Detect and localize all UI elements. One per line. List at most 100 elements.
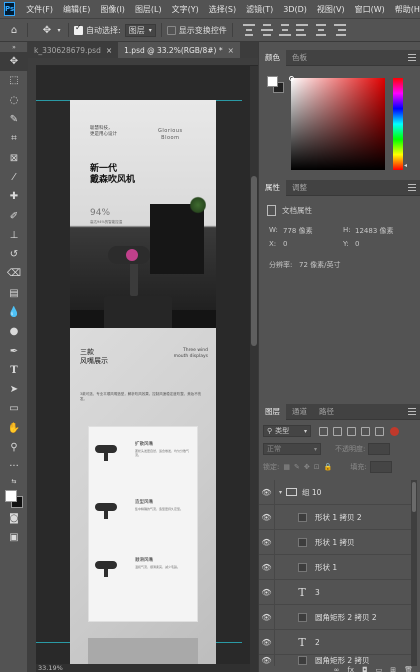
filter-smart-object-icon[interactable] bbox=[375, 426, 384, 436]
move-tool-icon[interactable]: ✥ bbox=[39, 22, 55, 38]
collapse-icon[interactable]: » bbox=[0, 42, 28, 52]
auto-select-checkbox[interactable] bbox=[74, 23, 83, 35]
hue-slider[interactable] bbox=[393, 78, 403, 170]
document-tab[interactable]: k_330628679.psd × bbox=[28, 42, 118, 58]
crop-tool-icon[interactable]: ⌗ bbox=[0, 129, 28, 148]
layer-filter-kind-dropdown[interactable]: ⚲ 类型 ▾ bbox=[263, 425, 311, 437]
layers-scrollbar[interactable] bbox=[411, 480, 417, 666]
visibility-eye-icon[interactable]: 👁 bbox=[259, 554, 275, 580]
screen-mode-icon[interactable]: ▣ bbox=[0, 528, 28, 547]
swap-colors-icon[interactable]: ⇆ bbox=[0, 477, 28, 487]
menu-image[interactable]: 图像(I) bbox=[95, 4, 130, 15]
y-value[interactable]: 0 bbox=[355, 240, 359, 248]
filter-toggle[interactable] bbox=[390, 426, 399, 436]
more-tools-icon[interactable]: ··· bbox=[0, 457, 28, 476]
panel-menu-icon[interactable] bbox=[408, 54, 416, 61]
status-bar-zoom[interactable]: 33.19% bbox=[36, 664, 250, 672]
layer-row[interactable]: 👁 形状 1 bbox=[259, 554, 411, 580]
marquee-tool-icon[interactable]: ⬚ bbox=[0, 71, 28, 90]
menu-file[interactable]: 文件(F) bbox=[21, 4, 58, 15]
scrollbar-thumb[interactable] bbox=[412, 482, 416, 512]
visibility-eye-icon[interactable]: 👁 bbox=[259, 504, 275, 530]
quick-mask-icon[interactable]: ◙ bbox=[0, 509, 28, 528]
vertical-scrollbar[interactable] bbox=[250, 66, 258, 672]
layer-row[interactable]: 👁 形状 1 拷贝 2 bbox=[259, 504, 411, 530]
pen-tool-icon[interactable]: ✒ bbox=[0, 341, 28, 360]
hue-slider-handle[interactable]: ◂ bbox=[404, 162, 407, 169]
lock-all-icon[interactable]: 🔒 bbox=[324, 463, 333, 471]
add-mask-icon[interactable]: ◘ bbox=[362, 666, 368, 672]
filter-shape-icon[interactable] bbox=[361, 426, 370, 436]
opacity-field[interactable] bbox=[368, 443, 391, 455]
show-transform-checkbox[interactable] bbox=[166, 25, 176, 35]
visibility-eye-icon[interactable]: 👁 bbox=[259, 655, 275, 666]
brush-tool-icon[interactable]: ✐ bbox=[0, 206, 28, 225]
align-middle-icon[interactable] bbox=[260, 24, 274, 36]
layer-style-icon[interactable]: fx bbox=[347, 666, 354, 672]
close-icon[interactable]: × bbox=[106, 46, 112, 55]
menu-window[interactable]: 窗口(W) bbox=[350, 4, 390, 15]
layer-row[interactable]: 👁 圆角矩形 2 拷贝 bbox=[259, 655, 411, 666]
link-layers-icon[interactable]: ∞ bbox=[334, 666, 340, 672]
frame-tool-icon[interactable]: ⊠ bbox=[0, 148, 28, 167]
move-tool-icon[interactable]: ✥ bbox=[0, 52, 28, 72]
lock-transparent-icon[interactable]: ▦ bbox=[283, 463, 290, 471]
menu-view[interactable]: 视图(V) bbox=[312, 4, 350, 15]
tab-layers[interactable]: 图层 bbox=[259, 403, 286, 420]
visibility-eye-icon[interactable]: 👁 bbox=[259, 629, 275, 655]
tab-color[interactable]: 颜色 bbox=[259, 49, 286, 66]
foreground-color-swatch[interactable] bbox=[267, 76, 278, 87]
layer-row[interactable]: 👁 圆角矩形 2 拷贝 2 bbox=[259, 604, 411, 630]
panel-menu-icon[interactable] bbox=[408, 184, 416, 191]
fill-field[interactable] bbox=[369, 461, 392, 473]
menu-type[interactable]: 文字(Y) bbox=[167, 4, 204, 15]
delete-layer-icon[interactable]: 🗑 bbox=[404, 666, 413, 672]
menu-layer[interactable]: 图层(L) bbox=[130, 4, 167, 15]
blend-mode-dropdown[interactable]: 正常 ▾ bbox=[263, 443, 321, 455]
menu-edit[interactable]: 编辑(E) bbox=[58, 4, 95, 15]
panel-menu-icon[interactable] bbox=[408, 408, 416, 415]
eyedropper-tool-icon[interactable]: ⁄ bbox=[0, 168, 28, 187]
x-value[interactable]: 0 bbox=[283, 240, 287, 248]
blur-tool-icon[interactable]: 💧 bbox=[0, 303, 28, 322]
tab-paths[interactable]: 路径 bbox=[313, 404, 340, 420]
clone-stamp-tool-icon[interactable]: ⊥ bbox=[0, 226, 28, 245]
rectangle-tool-icon[interactable]: ▭ bbox=[0, 399, 28, 418]
menu-3d[interactable]: 3D(D) bbox=[278, 5, 312, 14]
auto-select-target-dropdown[interactable]: 图层 ▾ bbox=[124, 23, 156, 37]
lock-image-icon[interactable]: ✎ bbox=[294, 463, 300, 471]
eraser-tool-icon[interactable]: ⌫ bbox=[0, 264, 28, 283]
visibility-eye-icon[interactable]: 👁 bbox=[259, 479, 275, 505]
layer-row[interactable]: 👁 T 2 bbox=[259, 629, 411, 655]
tab-adjustments[interactable]: 调整 bbox=[286, 180, 313, 196]
scrollbar-thumb[interactable] bbox=[251, 176, 257, 346]
lock-artboard-icon[interactable]: ⊡ bbox=[314, 463, 320, 471]
align-bottom-icon[interactable] bbox=[278, 24, 292, 36]
menu-select[interactable]: 选择(S) bbox=[204, 4, 241, 15]
healing-brush-tool-icon[interactable]: ✚ bbox=[0, 187, 28, 206]
align-right-icon[interactable] bbox=[332, 24, 346, 36]
chevron-down-icon[interactable]: ▾ bbox=[55, 22, 63, 38]
document-tab-active[interactable]: 1.psd @ 33.2%(RGB/8#) * × bbox=[118, 42, 240, 58]
dodge-tool-icon[interactable]: ● bbox=[0, 322, 28, 341]
color-picker-field[interactable] bbox=[291, 78, 385, 170]
quick-select-tool-icon[interactable]: ✎ bbox=[0, 110, 28, 129]
lock-position-icon[interactable]: ✥ bbox=[304, 463, 310, 471]
gradient-tool-icon[interactable]: ▤ bbox=[0, 284, 28, 303]
foreground-color-swatch[interactable] bbox=[5, 489, 17, 502]
tab-swatches[interactable]: 色板 bbox=[286, 50, 313, 66]
history-brush-tool-icon[interactable]: ↺ bbox=[0, 245, 28, 264]
hand-tool-icon[interactable]: ✋ bbox=[0, 419, 28, 438]
visibility-eye-icon[interactable]: 👁 bbox=[259, 604, 275, 630]
filter-adjustment-icon[interactable] bbox=[333, 426, 342, 436]
chevron-down-icon[interactable]: ▾ bbox=[279, 489, 282, 496]
layer-row[interactable]: 👁 T 3 bbox=[259, 579, 411, 605]
layer-row[interactable]: 👁 形状 1 拷贝 bbox=[259, 529, 411, 555]
menu-help[interactable]: 帮助(H) bbox=[390, 4, 420, 15]
align-center-icon[interactable] bbox=[314, 24, 328, 36]
width-value[interactable]: 778 像素 bbox=[283, 226, 313, 236]
layer-row[interactable]: 👁 ▾ 组 10 bbox=[259, 479, 411, 505]
tab-properties[interactable]: 属性 bbox=[259, 179, 286, 196]
menu-filter[interactable]: 滤镜(T) bbox=[241, 4, 278, 15]
home-icon[interactable]: ⌂ bbox=[6, 22, 22, 38]
